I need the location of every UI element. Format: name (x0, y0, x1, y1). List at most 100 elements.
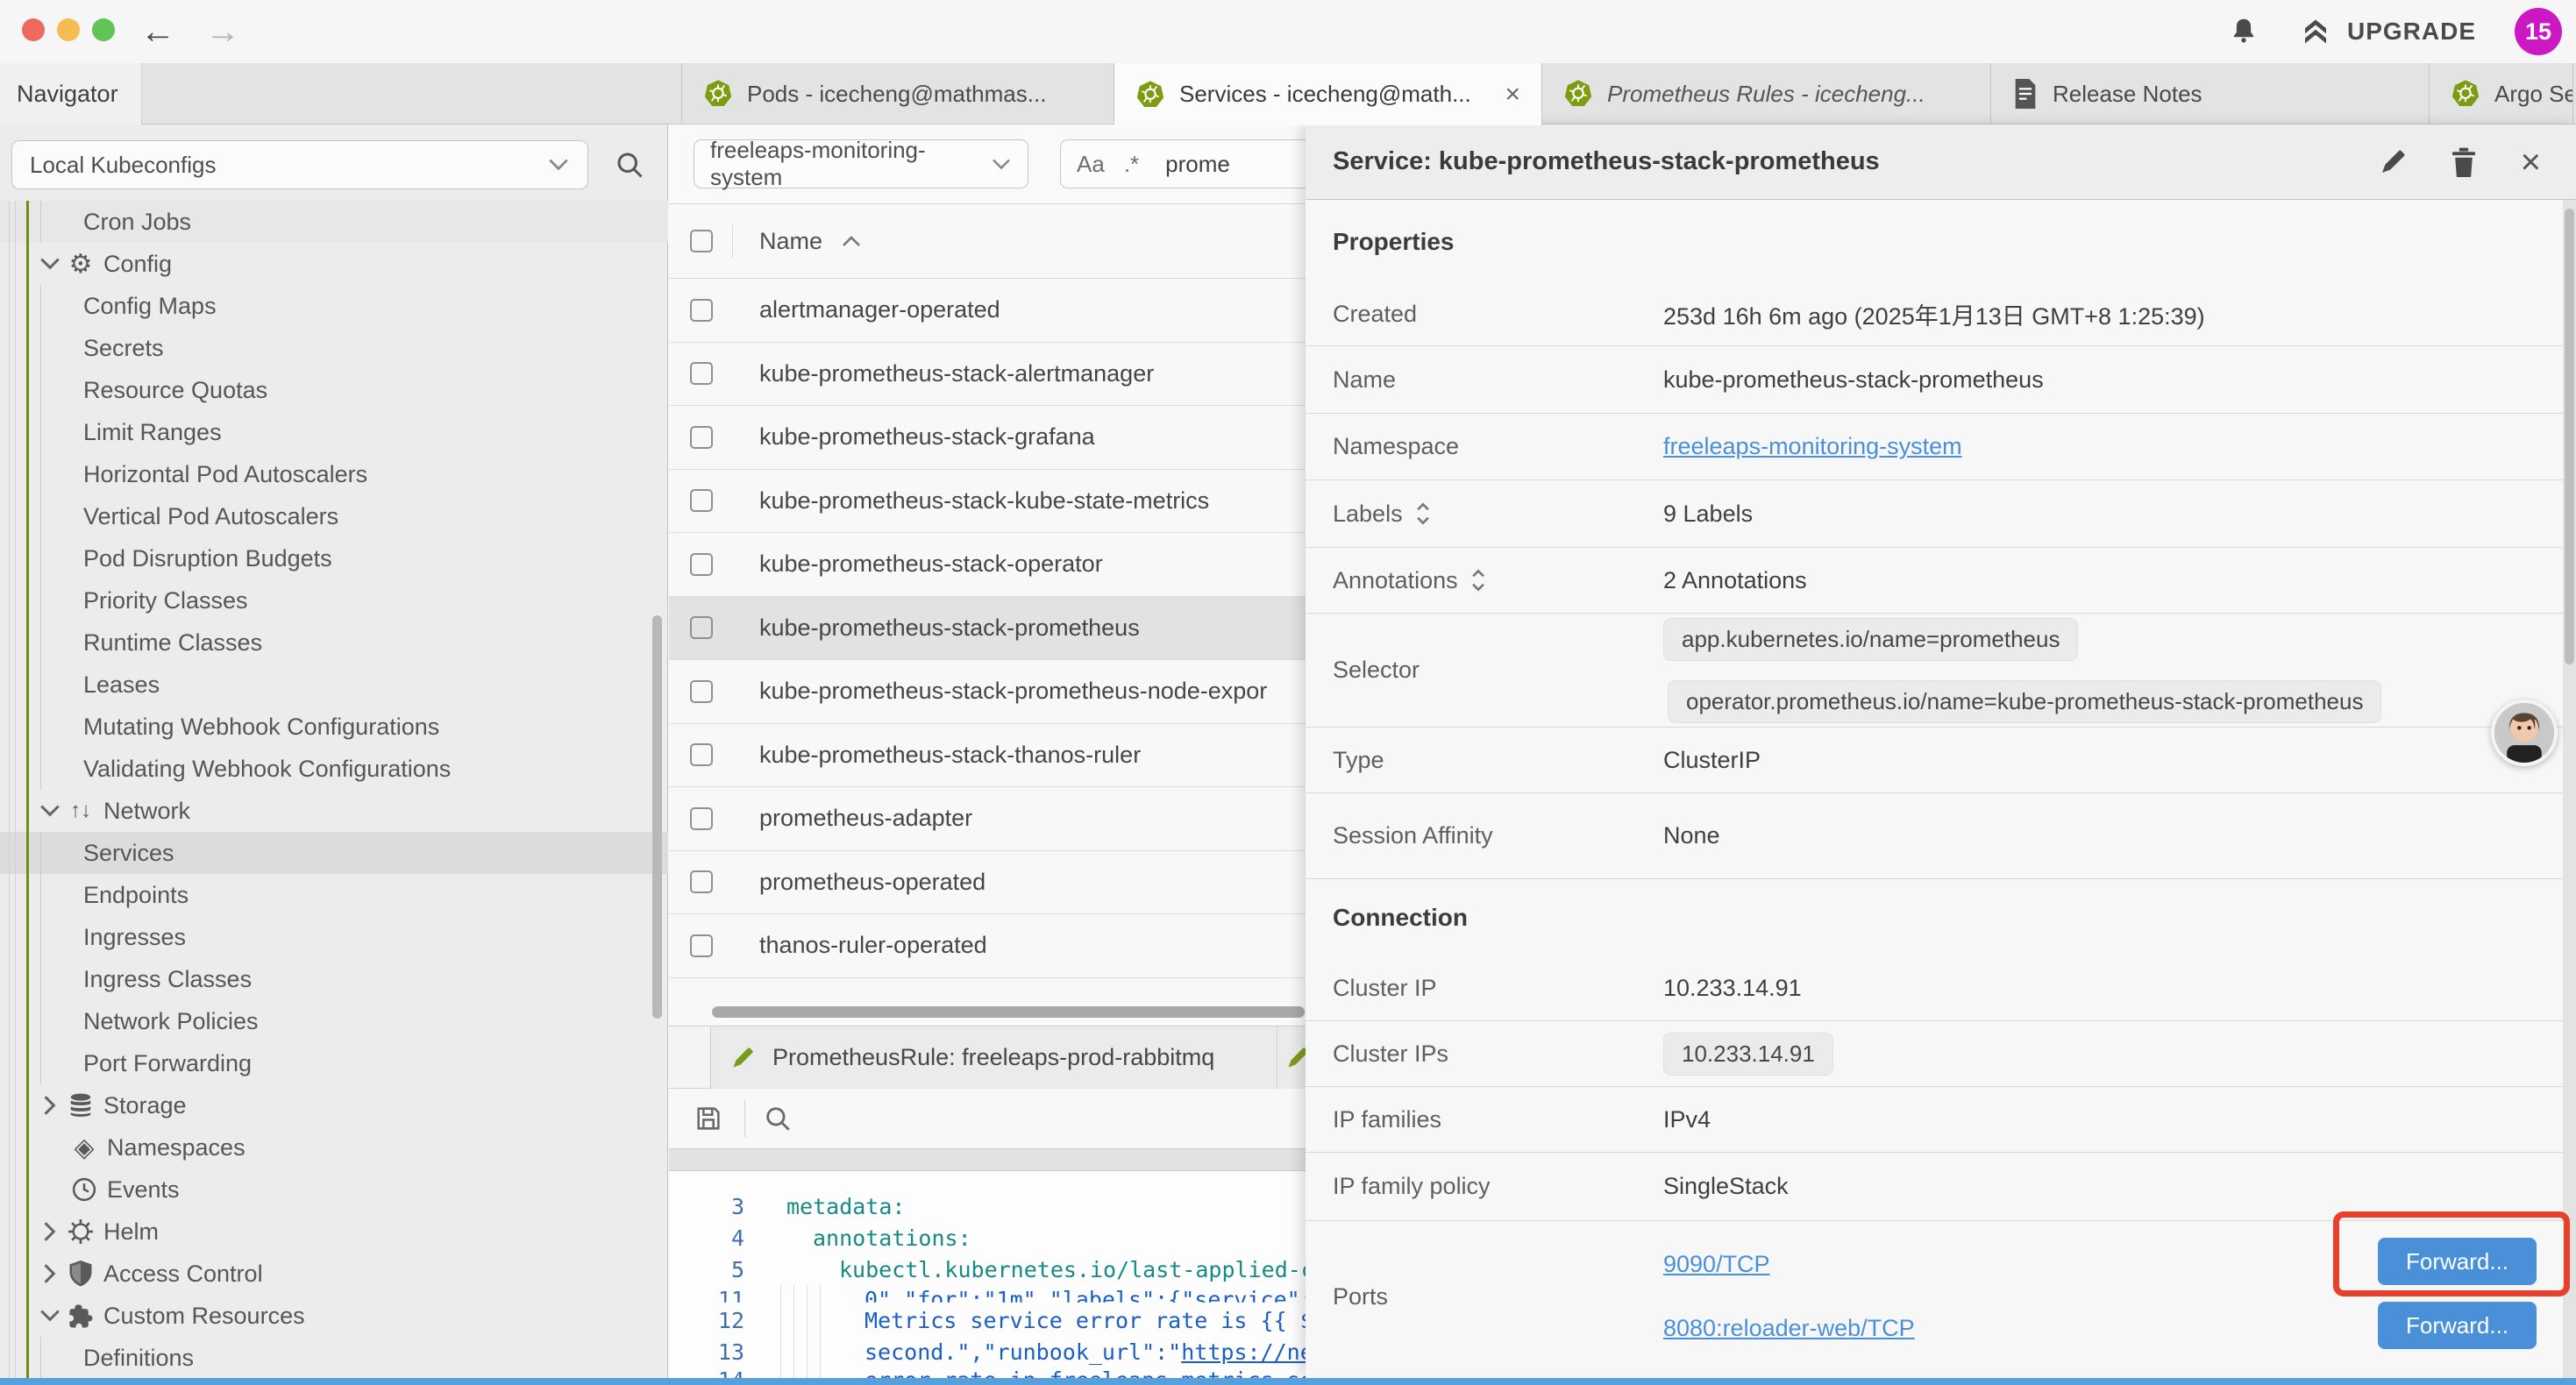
editor-search-icon[interactable] (763, 1104, 793, 1133)
editor-tab[interactable]: PrometheusRule: freeleaps-prod-rabbitmq (710, 1026, 1277, 1089)
table-row[interactable]: alertmanager-operated (669, 279, 1306, 343)
port-link[interactable]: 8080:reloader-web/TCP (1663, 1315, 1915, 1342)
sidebar-item-endpoints[interactable]: Endpoints (0, 874, 668, 916)
sidebar-item-access-control[interactable]: Access Control (0, 1253, 668, 1295)
row-checkbox[interactable] (690, 807, 713, 830)
table-row[interactable]: kube-prometheus-stack-alertmanager (669, 343, 1306, 407)
sidebar-item-vertical-pod-autoscalers[interactable]: Vertical Pod Autoscalers (0, 495, 668, 537)
sidebar-item-network-policies[interactable]: Network Policies (0, 1000, 668, 1042)
traffic-light-close[interactable] (22, 18, 45, 41)
horizontal-scrollbar[interactable] (712, 1006, 1305, 1018)
chevron-right-icon[interactable] (35, 1220, 65, 1243)
table-row[interactable]: kube-prometheus-stack-thanos-ruler (669, 724, 1306, 788)
sidebar-scrollbar[interactable] (652, 615, 662, 1019)
sidebar-item-config[interactable]: ⚙Config (0, 243, 668, 285)
row-checkbox[interactable] (690, 743, 713, 766)
table-row[interactable]: kube-prometheus-stack-prometheus (669, 597, 1306, 661)
traffic-light-minimize[interactable] (57, 18, 80, 41)
sidebar-item-runtime-classes[interactable]: Runtime Classes (0, 621, 668, 664)
sidebar-item-network[interactable]: ↑↓Network (0, 790, 668, 832)
sidebar-item-leases[interactable]: Leases (0, 664, 668, 706)
navigator-panel-tab[interactable]: Navigator (0, 63, 142, 124)
row-checkbox[interactable] (690, 299, 713, 322)
table-row[interactable]: thanos-ruler-operated (669, 914, 1306, 978)
sidebar-item-port-forwarding[interactable]: Port Forwarding (0, 1042, 668, 1084)
row-checkbox[interactable] (690, 616, 713, 639)
sidebar-item-custom-resources[interactable]: Custom Resources (0, 1295, 668, 1337)
sidebar-item-ingress-classes[interactable]: Ingress Classes (0, 958, 668, 1000)
kubeconfig-selector[interactable]: Local Kubeconfigs (11, 140, 588, 189)
forward-button[interactable]: → (205, 12, 240, 52)
sidebar-item-resource-quotas[interactable]: Resource Quotas (0, 369, 668, 411)
sidebar-item-horizontal-pod-autoscalers[interactable]: Horizontal Pod Autoscalers (0, 453, 668, 495)
sidebar-item-limit-ranges[interactable]: Limit Ranges (0, 411, 668, 453)
row-checkbox[interactable] (690, 426, 713, 449)
sort-updown-icon[interactable] (1470, 569, 1486, 592)
search-icon[interactable] (614, 149, 645, 181)
main-tab-1[interactable]: Pods - icecheng@mathmas... (681, 63, 1114, 124)
sidebar-item-secrets[interactable]: Secrets (0, 327, 668, 369)
table-row[interactable]: kube-prometheus-stack-kube-state-metrics (669, 470, 1306, 534)
sidebar-item-ingresses[interactable]: Ingresses (0, 916, 668, 958)
list-search-input[interactable]: Aa .* prome (1060, 139, 1323, 188)
editor-tab-partial[interactable] (1278, 1026, 1306, 1089)
namespace-filter-select[interactable]: freeleaps-monitoring-system (694, 139, 1028, 188)
table-row[interactable]: prometheus-adapter (669, 787, 1306, 851)
chevron-right-icon[interactable] (35, 1094, 65, 1117)
name-column-header[interactable]: Name (759, 228, 861, 255)
upgrade-button[interactable]: UPGRADE (2298, 16, 2476, 47)
chevron-down-icon[interactable] (35, 257, 65, 271)
sidebar-item-events[interactable]: Events (0, 1168, 668, 1211)
port-link[interactable]: 9090/TCP (1663, 1251, 1770, 1278)
sidebar-item-storage[interactable]: Storage (0, 1084, 668, 1126)
main-tab-2[interactable]: Services - icecheng@math...× (1114, 63, 1542, 125)
assistant-avatar[interactable] (2491, 700, 2558, 766)
delete-icon[interactable] (2451, 147, 2477, 177)
edit-icon[interactable] (2379, 148, 2407, 176)
table-row[interactable]: kube-prometheus-stack-grafana (669, 406, 1306, 470)
sidebar-item-label: Priority Classes (83, 587, 248, 614)
row-checkbox[interactable] (690, 934, 713, 957)
table-row[interactable]: kube-prometheus-stack-operator (669, 533, 1306, 597)
bell-icon[interactable] (2228, 16, 2259, 47)
sidebar-item-definitions[interactable]: Definitions (0, 1337, 668, 1378)
sidebar-item-cron-jobs[interactable]: Cron Jobs (0, 201, 668, 243)
detail-label-text: Cluster IPs (1333, 1041, 1448, 1068)
save-icon[interactable] (694, 1104, 723, 1133)
row-checkbox[interactable] (690, 553, 713, 576)
table-row[interactable]: kube-prometheus-stack-prometheus-node-ex… (669, 660, 1306, 724)
sort-updown-icon[interactable] (1415, 502, 1431, 525)
sidebar-item-config-maps[interactable]: Config Maps (0, 285, 668, 327)
sidebar-item-priority-classes[interactable]: Priority Classes (0, 579, 668, 621)
row-checkbox[interactable] (690, 870, 713, 893)
main-tab-3[interactable]: Prometheus Rules - icecheng... (1542, 63, 1991, 124)
main-tab-5[interactable]: Argo Se (2430, 63, 2573, 124)
tab-close-icon[interactable]: × (1505, 80, 1520, 110)
code-link[interactable]: https://net (1181, 1339, 1306, 1365)
select-all-checkbox[interactable] (690, 230, 713, 252)
row-checkbox[interactable] (690, 489, 713, 512)
chevron-down-icon[interactable] (35, 804, 65, 818)
sidebar-item-pod-disruption-budgets[interactable]: Pod Disruption Budgets (0, 537, 668, 579)
sidebar-item-helm[interactable]: Helm (0, 1211, 668, 1253)
match-case-toggle[interactable]: Aa (1077, 151, 1105, 178)
traffic-light-zoom[interactable] (92, 18, 115, 41)
sidebar-item-services[interactable]: Services (0, 832, 668, 874)
main-tab-4[interactable]: Release Notes (1991, 63, 2430, 124)
detail-link[interactable]: freeleaps-monitoring-system (1663, 433, 1962, 460)
regex-toggle[interactable]: .* (1124, 151, 1139, 178)
drawer-scrollbar[interactable] (2565, 209, 2574, 664)
notification-badge[interactable]: 15 (2515, 8, 2562, 55)
forward-button[interactable]: Forward... (2378, 1302, 2537, 1349)
chevron-down-icon[interactable] (35, 1309, 65, 1323)
close-icon[interactable]: × (2521, 145, 2541, 180)
sidebar-item-mutating-webhook-configurations[interactable]: Mutating Webhook Configurations (0, 706, 668, 748)
sidebar-item-namespaces[interactable]: ◈Namespaces (0, 1126, 668, 1168)
row-checkbox[interactable] (690, 362, 713, 385)
sidebar-item-validating-webhook-configurations[interactable]: Validating Webhook Configurations (0, 748, 668, 790)
yaml-editor[interactable]: 3metadata:4annotations:5kubectl.kubernet… (669, 1171, 1306, 1378)
back-button[interactable]: ← (140, 12, 175, 52)
chevron-right-icon[interactable] (35, 1262, 65, 1285)
table-row[interactable]: prometheus-operated (669, 851, 1306, 915)
row-checkbox[interactable] (690, 680, 713, 703)
